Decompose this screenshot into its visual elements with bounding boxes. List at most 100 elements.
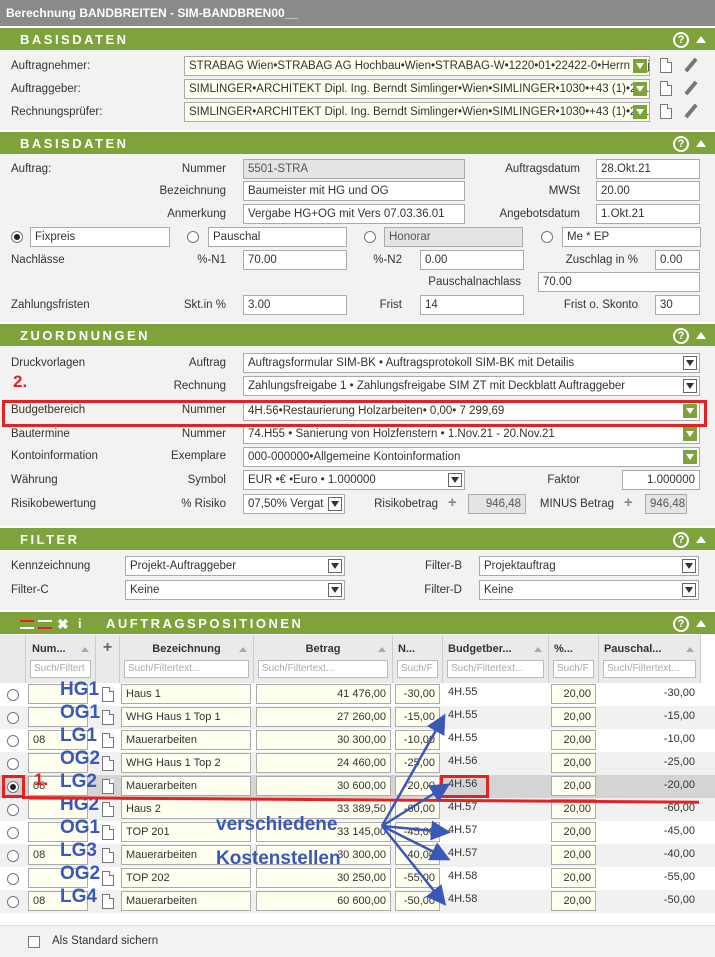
help-icon[interactable]: ?: [673, 328, 689, 344]
add-icon[interactable]: +: [96, 639, 119, 657]
collapse-icon[interactable]: [696, 620, 706, 627]
frist-ohne-skonto-field[interactable]: 30: [655, 295, 700, 315]
standard-checkbox[interactable]: [28, 936, 40, 948]
row-select-radio[interactable]: [7, 804, 19, 816]
document-icon[interactable]: [102, 802, 114, 817]
sort-icon[interactable]: [239, 647, 247, 652]
waehrung-select[interactable]: EUR •€ •Euro • 1.000000: [243, 470, 465, 490]
col-pct-search[interactable]: Such/F: [553, 660, 594, 678]
section-header-filter[interactable]: FILTER ?: [0, 526, 715, 550]
col-bez-search[interactable]: Such/Filtertext...: [124, 660, 249, 678]
row-bezeichnung-cell[interactable]: WHG Haus 1 Top 1: [121, 707, 251, 727]
row-n-cell[interactable]: -45,00: [395, 822, 440, 842]
table-row[interactable]: 08 Mauerarbeiten 60 600,00 -50,00 4H.58 …: [0, 890, 715, 913]
sort-icon[interactable]: [534, 647, 542, 652]
filter-b-select[interactable]: Projektauftrag: [479, 556, 699, 576]
sort-icon[interactable]: [378, 647, 386, 652]
row-n-cell[interactable]: -15,00: [395, 707, 440, 727]
chevron-down-icon[interactable]: [633, 59, 647, 73]
frist-field[interactable]: 14: [420, 295, 524, 315]
help-icon[interactable]: ?: [673, 32, 689, 48]
n1-field[interactable]: 70.00: [243, 250, 347, 270]
row-bezeichnung-cell[interactable]: Mauerarbeiten: [121, 776, 251, 796]
row-n-cell[interactable]: -10,00: [395, 730, 440, 750]
row-pct-cell[interactable]: 20,00: [551, 707, 596, 727]
col-add-header[interactable]: +: [96, 635, 120, 683]
col-bezeichnung-header[interactable]: Bezeichnung Such/Filtertext...: [120, 635, 254, 683]
me-ep-radio[interactable]: [541, 231, 553, 243]
pauschal-radio[interactable]: [187, 231, 199, 243]
row-pct-cell[interactable]: 20,00: [551, 753, 596, 773]
row-select-radio[interactable]: [7, 896, 19, 908]
col-pauschal-search[interactable]: Such/Filtertext...: [603, 660, 696, 678]
row-select-radio[interactable]: [7, 712, 19, 724]
help-icon[interactable]: ?: [673, 136, 689, 152]
section-header-basisdaten-1[interactable]: BASISDATEN ?: [0, 26, 715, 50]
filter-c-select[interactable]: Keine: [125, 580, 345, 600]
chevron-down-icon[interactable]: [683, 427, 697, 441]
row-betrag-cell[interactable]: 24 460,00: [256, 753, 391, 773]
col-betrag-search[interactable]: Such/Filtertext...: [258, 660, 388, 678]
row-bezeichnung-cell[interactable]: TOP 202: [121, 868, 251, 888]
honorar-radio[interactable]: [364, 231, 376, 243]
list-icon[interactable]: [20, 620, 34, 629]
table-row[interactable]: TOP 201 33 145,00 -45,00 4H.57 20,00 -45…: [0, 821, 715, 844]
edit-pencil-icon[interactable]: [684, 80, 698, 96]
row-n-cell[interactable]: -50,00: [395, 891, 440, 911]
table-row[interactable]: WHG Haus 1 Top 1 27 260,00 -15,00 4H.55 …: [0, 706, 715, 729]
table-row[interactable]: 08 Mauerarbeiten 30 600,00 -20,00 4H.56 …: [0, 775, 715, 798]
document-icon[interactable]: [660, 81, 672, 96]
rechnungspruefer-select[interactable]: SIMLINGER•ARCHITEKT Dipl. Ing. Berndt Si…: [184, 102, 650, 122]
document-icon[interactable]: [102, 848, 114, 863]
chevron-down-icon[interactable]: [682, 559, 696, 573]
table-row[interactable]: 08 Mauerarbeiten 30 300,00 -10,00 4H.55 …: [0, 729, 715, 752]
mwst-field[interactable]: 20.00: [596, 181, 700, 201]
row-pct-cell[interactable]: 20,00: [551, 891, 596, 911]
document-icon[interactable]: [102, 779, 114, 794]
row-n-cell[interactable]: -60,00: [395, 799, 440, 819]
row-select-radio[interactable]: [7, 758, 19, 770]
col-pct-header[interactable]: %... Such/F: [549, 635, 599, 683]
edit-pencil-icon[interactable]: [684, 57, 698, 73]
n2-field[interactable]: 0.00: [420, 250, 524, 270]
row-select-radio[interactable]: [7, 850, 19, 862]
chevron-down-icon[interactable]: [633, 82, 647, 96]
list-alt-icon[interactable]: [38, 620, 52, 629]
help-icon[interactable]: ?: [673, 532, 689, 548]
row-n-cell[interactable]: -20,00: [395, 776, 440, 796]
auftraggeber-select[interactable]: SIMLINGER•ARCHITEKT Dipl. Ing. Berndt Si…: [184, 79, 650, 99]
chevron-down-icon[interactable]: [683, 379, 697, 393]
chevron-down-icon[interactable]: [683, 450, 697, 464]
kennzeichnung-select[interactable]: Projekt-Auftraggeber: [125, 556, 345, 576]
col-num-search[interactable]: Such/Filtert: [30, 660, 91, 678]
row-pct-cell[interactable]: 20,00: [551, 845, 596, 865]
row-bezeichnung-cell[interactable]: Haus 1: [121, 684, 251, 704]
chevron-down-icon[interactable]: [328, 583, 342, 597]
row-pct-cell[interactable]: 20,00: [551, 822, 596, 842]
row-betrag-cell[interactable]: 30 250,00: [256, 868, 391, 888]
row-select-radio[interactable]: [7, 689, 19, 701]
row-select-radio[interactable]: [7, 735, 19, 747]
table-row[interactable]: 08 Mauerarbeiten 30 300,00 -40,00 4H.57 …: [0, 844, 715, 867]
collapse-icon[interactable]: [696, 536, 706, 543]
document-icon[interactable]: [102, 825, 114, 840]
col-num-header[interactable]: Num... Such/Filtert: [26, 635, 96, 683]
collapse-icon[interactable]: [696, 140, 706, 147]
row-betrag-cell[interactable]: 30 600,00: [256, 776, 391, 796]
col-betrag-header[interactable]: Betrag Such/Filtertext...: [254, 635, 393, 683]
document-icon[interactable]: [660, 104, 672, 119]
col-budget-search[interactable]: Such/Filtertext...: [447, 660, 544, 678]
chevron-down-icon[interactable]: [328, 497, 342, 511]
bezeichnung-field[interactable]: Baumeister mit HG und OG: [243, 181, 465, 201]
chevron-down-icon[interactable]: [633, 105, 647, 119]
kontoinformation-select[interactable]: 000-000000•Allgemeine Kontoinformation: [243, 447, 700, 467]
rechnung-select[interactable]: Zahlungsfreigabe 1 • Zahlungsfreigabe SI…: [243, 376, 700, 396]
document-icon[interactable]: [660, 58, 672, 73]
row-betrag-cell[interactable]: 30 300,00: [256, 730, 391, 750]
row-n-cell[interactable]: -25,00: [395, 753, 440, 773]
auftragsdatum-field[interactable]: 28.Okt.21: [596, 159, 700, 179]
col-n-header[interactable]: N... Such/F: [393, 635, 443, 683]
pauschalnachlass-field[interactable]: 70.00: [538, 272, 700, 292]
edit-pencil-icon[interactable]: [684, 103, 698, 119]
close-icon[interactable]: ✖: [57, 612, 69, 636]
